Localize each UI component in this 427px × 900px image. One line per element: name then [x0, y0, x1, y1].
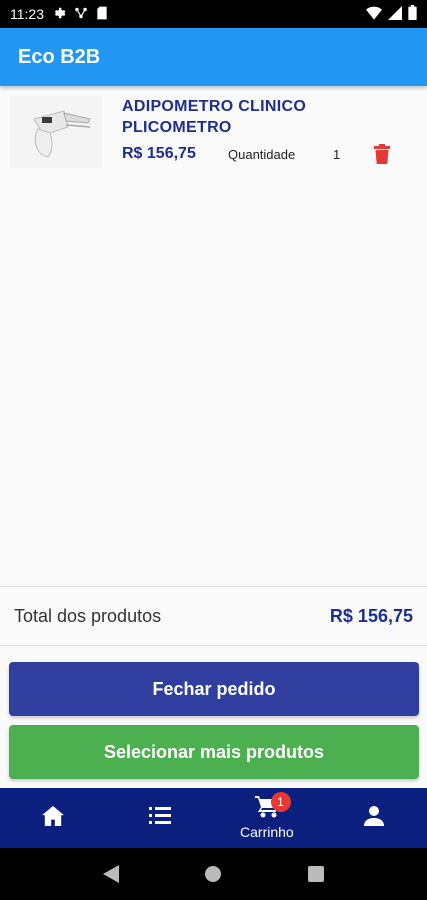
signal-icon: [388, 5, 402, 23]
total-bar: Total dos produtos R$ 156,75: [0, 586, 427, 646]
back-icon[interactable]: [96, 859, 126, 889]
quantity-value[interactable]: 1: [333, 147, 371, 162]
settings-icon: [52, 6, 66, 23]
recents-icon[interactable]: [301, 859, 331, 889]
status-time: 11:23: [10, 6, 44, 22]
total-label: Total dos produtos: [14, 605, 162, 626]
nav-home[interactable]: [0, 788, 107, 848]
sd-card-icon: [96, 6, 108, 23]
app-title: Eco B2B: [18, 45, 101, 68]
product-name[interactable]: ADIPOMETRO CLINICO PLICOMETRO: [122, 96, 417, 138]
list-icon: [149, 806, 172, 830]
person-icon: [363, 805, 384, 831]
product-price: R$ 156,75: [122, 145, 196, 162]
battery-icon: [408, 5, 417, 23]
home-button-icon[interactable]: [198, 859, 228, 889]
home-icon: [42, 805, 65, 831]
nav-cart-label: Carrinho: [240, 824, 294, 840]
delete-icon[interactable]: [371, 142, 393, 166]
wifi-icon: [366, 6, 382, 23]
close-order-button[interactable]: Fechar pedido: [9, 662, 419, 716]
nav-list[interactable]: [107, 788, 214, 848]
select-more-products-button[interactable]: Selecionar mais produtos: [9, 725, 419, 779]
bottom-nav: 1 Carrinho: [0, 788, 427, 848]
cart-item[interactable]: ADIPOMETRO CLINICO PLICOMETRO R$ 156,75 …: [10, 96, 417, 172]
status-bar: 11:23: [0, 0, 427, 28]
cart-badge: 1: [270, 792, 291, 812]
nav-cart[interactable]: 1 Carrinho: [214, 788, 321, 848]
app-bar: Eco B2B: [0, 28, 427, 86]
quantity-label: Quantidade: [228, 146, 296, 162]
nav-profile[interactable]: [320, 788, 427, 848]
total-value: R$ 156,75: [329, 605, 413, 626]
system-nav-bar: [0, 848, 427, 900]
network-icon: [74, 6, 88, 23]
product-image: [10, 96, 102, 168]
